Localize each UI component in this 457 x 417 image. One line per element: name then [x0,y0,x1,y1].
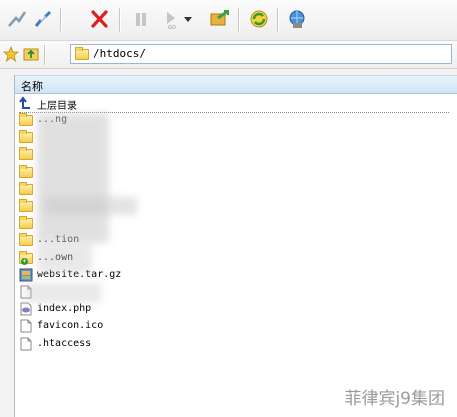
file-name: index.php [37,303,92,315]
connect-icon[interactable] [4,6,30,32]
toolbar-separator [60,8,62,32]
pixelated-overlay [45,197,137,215]
column-header-name[interactable]: 名称 [15,75,457,94]
file-row[interactable]: index.php [19,301,449,318]
pixelated-overlay [37,243,92,273]
folder-icon [19,199,33,213]
folder-icon [19,113,33,127]
path-input[interactable]: /htdocs/ [70,44,452,64]
path-text: /htdocs/ [93,47,146,60]
disconnect-icon[interactable] [30,6,56,32]
file-icon [19,319,33,333]
parent-directory-label: 上层目录 [37,101,77,112]
svg-text:GO: GO [168,25,176,30]
pause-icon[interactable] [128,6,154,32]
pixelated-overlay [37,113,109,243]
folder-icon [75,47,89,60]
file-list: 名称 上层目录 ...ng...tion+...ownwebsite.tar.g… [14,75,457,417]
folder-icon [19,130,33,144]
folder-icon [19,233,33,247]
file-row[interactable]: .htaccess [19,336,449,353]
folder-icon [19,216,33,230]
favorites-star-icon[interactable] [2,45,20,66]
toolbar-separator [238,8,240,32]
archive-icon [19,268,33,282]
addressbar-separator [44,45,46,65]
dropdown-arrow-icon[interactable] [182,6,194,32]
resume-icon[interactable]: GO [158,6,184,32]
cancel-icon[interactable] [86,6,112,32]
file-row[interactable]: favicon.ico [19,318,449,335]
toolbar-separator [119,8,121,32]
sync-icon[interactable] [206,6,232,32]
parent-directory-row[interactable]: 上层目录 [19,95,449,113]
folder-icon [19,147,33,161]
folder-icon [19,164,33,179]
left-strip [0,75,14,417]
up-folder-icon[interactable] [22,45,40,67]
folder-icon [19,181,33,196]
column-header-label: 名称 [21,80,43,93]
pixelated-overlay [25,283,101,303]
site-manager-icon[interactable] [284,6,310,32]
up-arrow-icon [19,96,33,110]
new-folder-icon: + [19,250,33,265]
refresh-icon[interactable] [246,6,272,32]
toolbar: GO [0,0,457,41]
file-name: .htaccess [37,337,92,349]
watermark: 菲律宾j9集团 [344,389,445,409]
toolbar-separator [277,8,279,32]
file-icon [19,337,33,351]
php-file-icon [19,302,33,316]
address-bar: /htdocs/ [0,41,457,69]
file-name: favicon.ico [37,320,104,332]
